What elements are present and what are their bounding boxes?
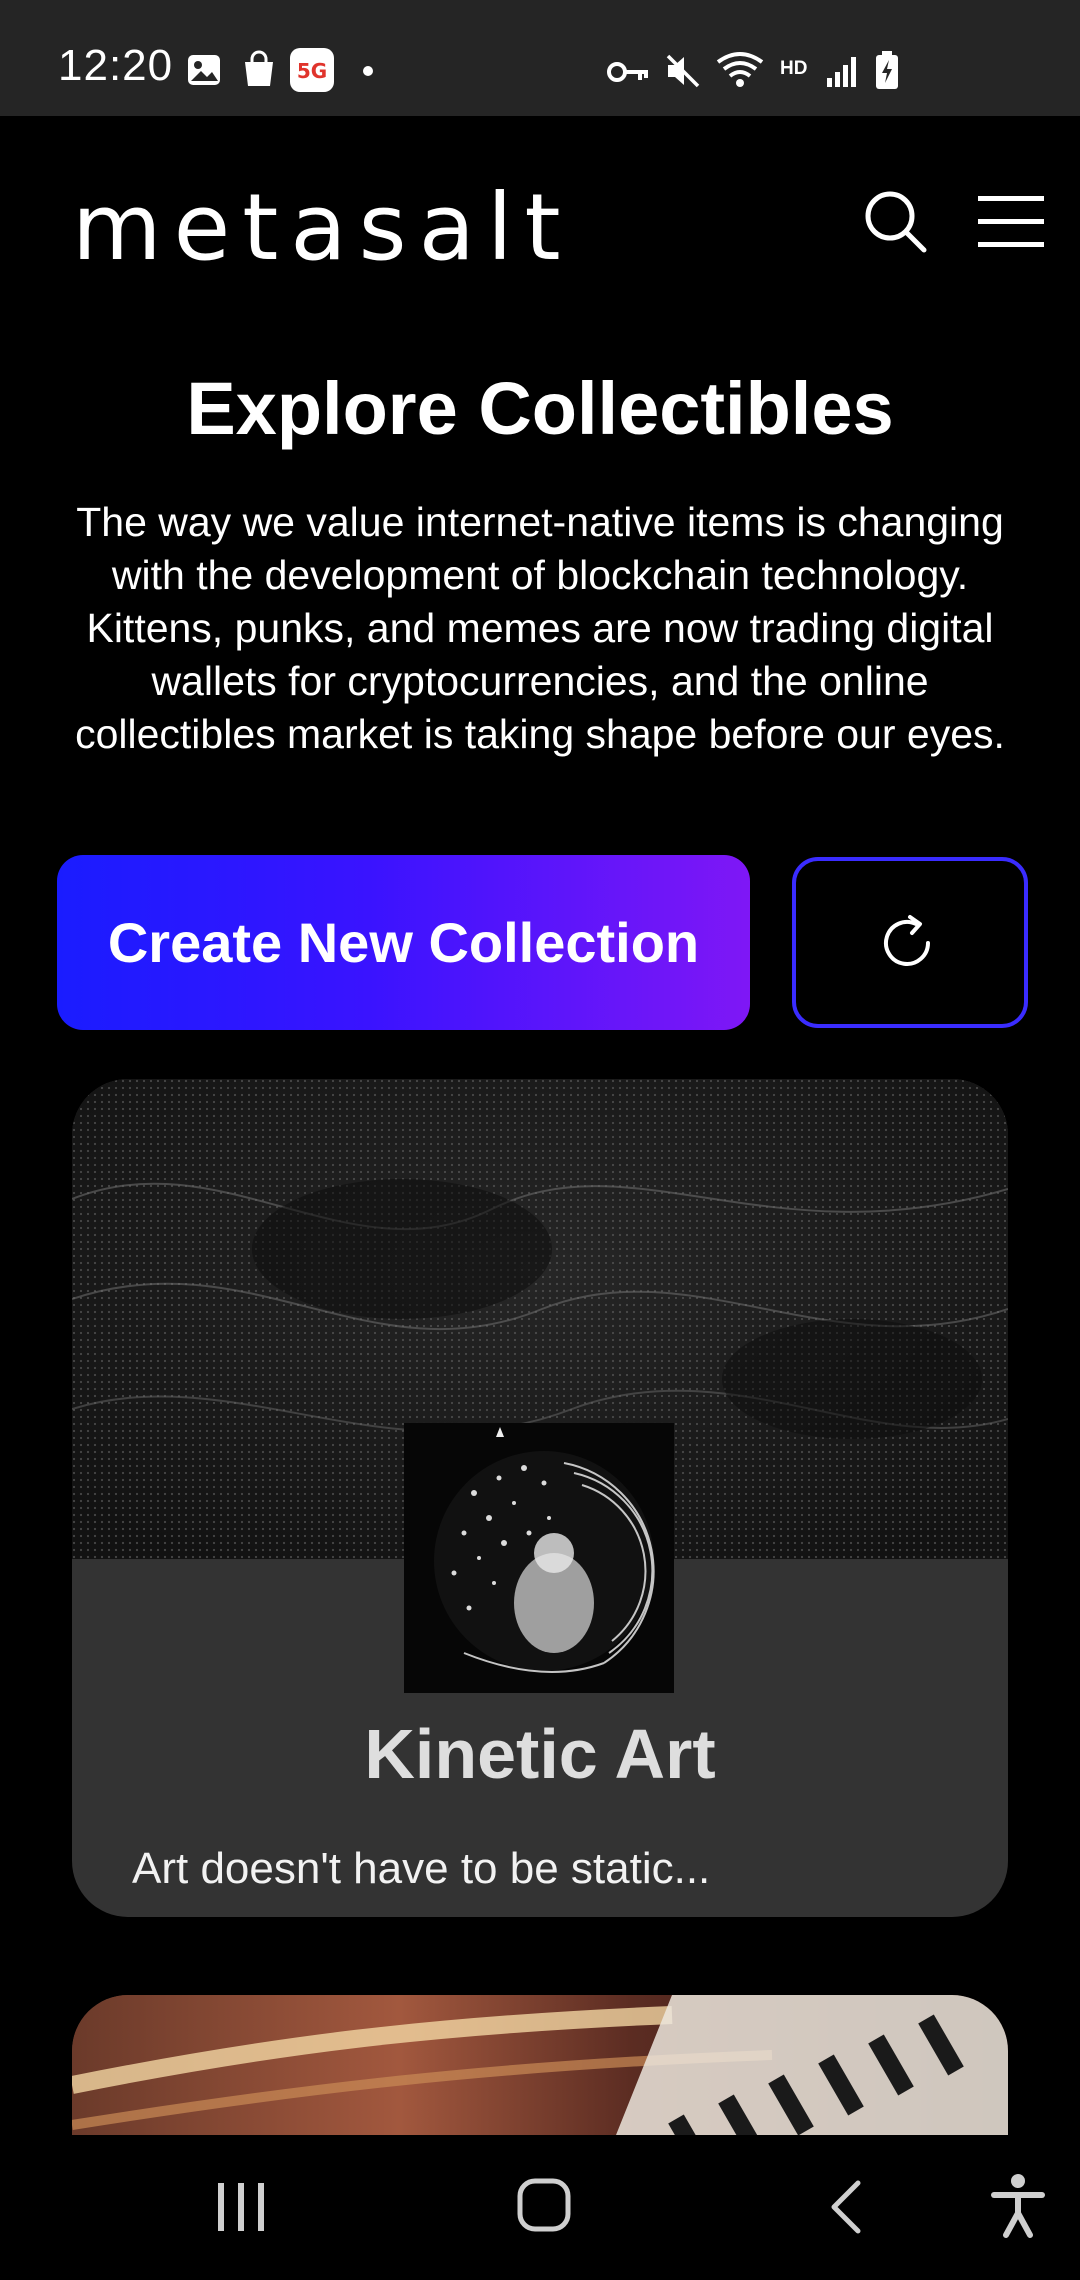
- signal-icon: [826, 52, 860, 93]
- refresh-icon: [884, 915, 930, 966]
- site-header: metasalt: [0, 116, 1080, 336]
- home-icon[interactable]: [516, 2177, 572, 2238]
- accessibility-icon[interactable]: [990, 2173, 1046, 2244]
- collection-avatar-image: [404, 1423, 674, 1693]
- 5g-app-icon: 5G: [290, 48, 334, 97]
- status-bar: 12:20 5G HD: [0, 0, 1080, 116]
- shopping-bag-icon: [241, 50, 277, 93]
- system-nav-bar: [0, 2135, 1080, 2280]
- logo[interactable]: metasalt: [72, 182, 573, 274]
- back-icon[interactable]: [826, 2179, 866, 2240]
- hamburger-menu-icon[interactable]: [976, 194, 1046, 250]
- search-icon[interactable]: [862, 188, 928, 254]
- wifi-icon: [716, 50, 764, 95]
- battery-charging-icon: [874, 50, 900, 95]
- collection-card[interactable]: Kinetic Art Art doesn't have to be stati…: [72, 1079, 1008, 1917]
- collection-title: Kinetic Art: [364, 1715, 716, 1793]
- page-title: Explore Collectibles: [186, 367, 894, 450]
- hd-icon: HD: [780, 58, 808, 79]
- collection-description: Art doesn't have to be static...: [132, 1844, 711, 1893]
- gallery-icon: [186, 52, 222, 93]
- create-new-collection-button[interactable]: Create New Collection: [57, 855, 750, 1030]
- recent-apps-icon[interactable]: [216, 2179, 266, 2240]
- notification-dot-icon: [362, 64, 374, 82]
- vpn-key-icon: [606, 58, 650, 91]
- status-time: 12:20: [58, 41, 174, 90]
- page-description: The way we value internet-native items i…: [75, 499, 1005, 757]
- 5g-badge-text: 5G: [297, 59, 327, 83]
- refresh-button[interactable]: [792, 857, 1028, 1028]
- mute-icon: [664, 52, 702, 95]
